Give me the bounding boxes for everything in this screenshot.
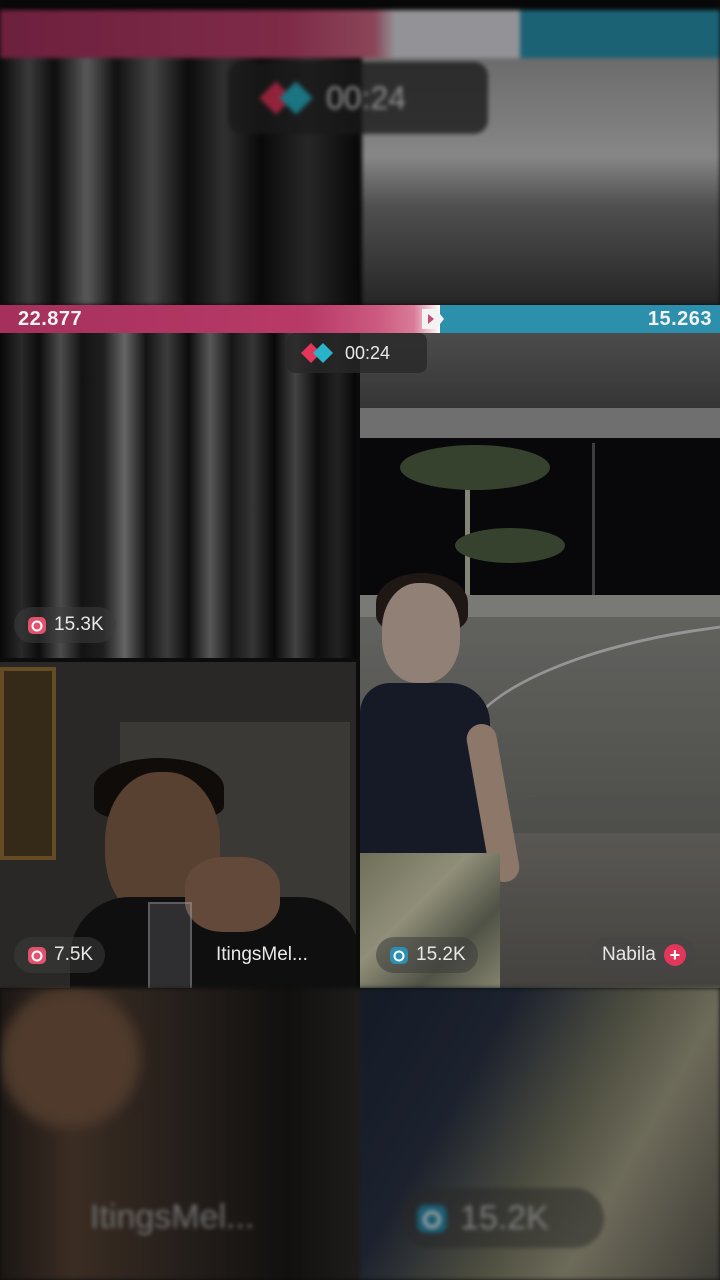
battle-progress-arrow-icon	[422, 309, 444, 329]
gift-box-icon	[28, 617, 46, 634]
battle-score-bar: 22.877 15.263	[0, 305, 720, 333]
ghost-battle-bar-right	[520, 10, 720, 58]
bottom-ghost-frame: ItingsMel... 15.2K	[0, 988, 720, 1280]
viewer-count-badge[interactable]: 7.5K	[14, 937, 106, 973]
ghost-viewer-count: 15.2K	[460, 1198, 549, 1237]
viewer-count: 15.3K	[54, 614, 104, 635]
streamer-name-text: Nabila	[602, 944, 656, 965]
viewer-count: 15.2K	[416, 944, 466, 965]
ghost-streamer-name: ItingsMel...	[90, 1198, 255, 1236]
ghost-timer-pill: 00:24	[228, 62, 488, 134]
streamer-name[interactable]: ItingsMel...	[204, 937, 318, 973]
ghost-timer-text: 00:24	[326, 79, 407, 116]
ghost-viewer-badge: 15.2K	[400, 1188, 604, 1248]
streamer-name-text: ItingsMel...	[216, 944, 308, 965]
versus-icon	[259, 81, 313, 115]
shield-icon	[417, 1204, 447, 1233]
follow-plus-icon[interactable]: +	[663, 944, 686, 966]
battle-timer: 00:24	[287, 333, 427, 373]
right-team-score: 15.263	[647, 308, 712, 330]
viewer-count-badge[interactable]: 15.2K	[376, 937, 478, 973]
video-tile-right[interactable]	[360, 333, 720, 988]
viewer-count-badge[interactable]: 15.3K	[14, 607, 116, 643]
gift-box-icon	[28, 947, 46, 964]
versus-icon	[301, 343, 333, 363]
streamer-name[interactable]: Nabila +	[590, 937, 696, 973]
viewer-count: 7.5K	[54, 944, 94, 965]
top-ghost-frame: 00:24	[0, 0, 720, 305]
ghost-battle-bar-left	[0, 10, 520, 58]
left-team-score: 22.877	[18, 308, 83, 330]
timer-text: 00:24	[345, 342, 391, 363]
shield-icon	[390, 947, 408, 964]
